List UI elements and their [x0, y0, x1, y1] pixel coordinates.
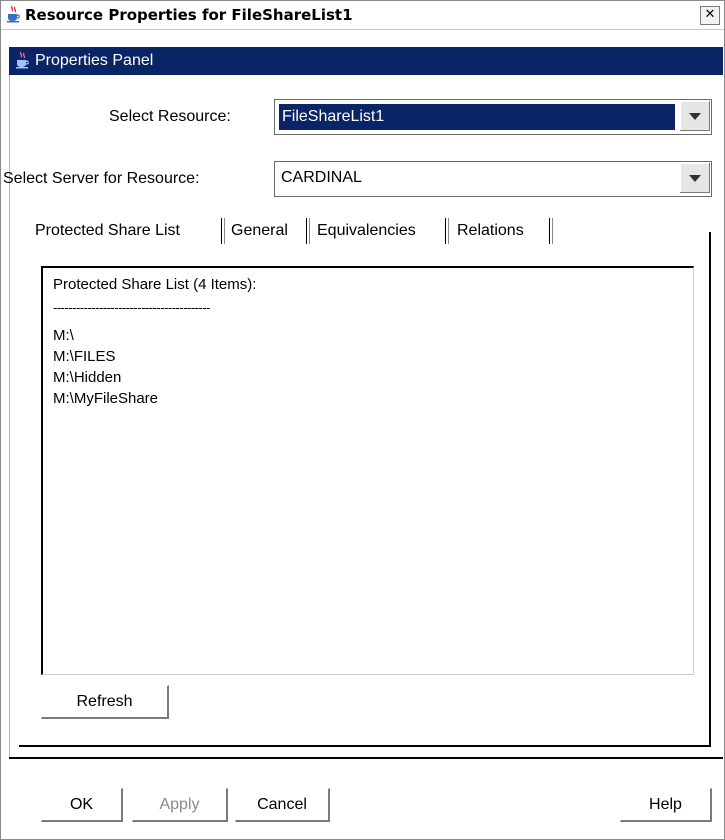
- server-combobox[interactable]: CARDINAL: [274, 161, 712, 197]
- list-item[interactable]: M:\Hidden: [53, 369, 121, 386]
- list-header: Protected Share List (4 Items):: [53, 276, 257, 293]
- server-combobox-value: CARDINAL: [281, 169, 362, 186]
- select-server-label: Select Server for Resource:: [3, 170, 200, 187]
- cancel-button[interactable]: Cancel: [235, 788, 330, 822]
- close-icon: ✕: [704, 7, 716, 22]
- tab-equivalencies[interactable]: Equivalencies: [310, 214, 449, 248]
- chevron-down-icon[interactable]: [679, 101, 710, 131]
- list-item[interactable]: M:\: [53, 327, 74, 344]
- apply-button[interactable]: Apply: [132, 788, 228, 822]
- tab-separator: [549, 218, 553, 244]
- resource-combobox[interactable]: FileShareList1: [274, 99, 712, 135]
- panel-bottom-divider: [9, 757, 723, 759]
- close-button[interactable]: ✕: [700, 6, 720, 25]
- properties-panel-header: Properties Panel: [9, 47, 723, 75]
- tab-label: Relations: [457, 222, 524, 239]
- list-divider: ----------------------------------------…: [53, 300, 211, 315]
- dialog-window: Resource Properties for FileShareList1 ✕…: [0, 0, 725, 840]
- help-button[interactable]: Help: [620, 788, 712, 822]
- resource-combobox-value: FileShareList1: [279, 104, 675, 130]
- refresh-button[interactable]: Refresh: [41, 685, 169, 719]
- title-bar[interactable]: Resource Properties for FileShareList1 ✕: [1, 1, 724, 30]
- ok-button[interactable]: OK: [41, 788, 123, 822]
- window-title: Resource Properties for FileShareList1: [25, 6, 353, 24]
- chevron-down-icon[interactable]: [679, 163, 710, 193]
- tab-general[interactable]: General: [225, 214, 310, 248]
- tab-relations[interactable]: Relations: [449, 214, 553, 248]
- tab-label: Equivalencies: [317, 222, 416, 239]
- panel-title: Properties Panel: [35, 52, 154, 69]
- tab-label: Protected Share List: [35, 222, 180, 239]
- list-item[interactable]: M:\FILES: [53, 348, 116, 365]
- java-cup-icon: [16, 51, 29, 69]
- java-cup-icon: [7, 5, 20, 23]
- tab-label: General: [231, 222, 288, 239]
- protected-share-list[interactable]: Protected Share List (4 Items): --------…: [41, 266, 694, 675]
- list-item[interactable]: M:\MyFileShare: [53, 390, 158, 407]
- select-resource-label: Select Resource:: [109, 108, 231, 125]
- tab-protected-share-list[interactable]: Protected Share List: [29, 214, 225, 248]
